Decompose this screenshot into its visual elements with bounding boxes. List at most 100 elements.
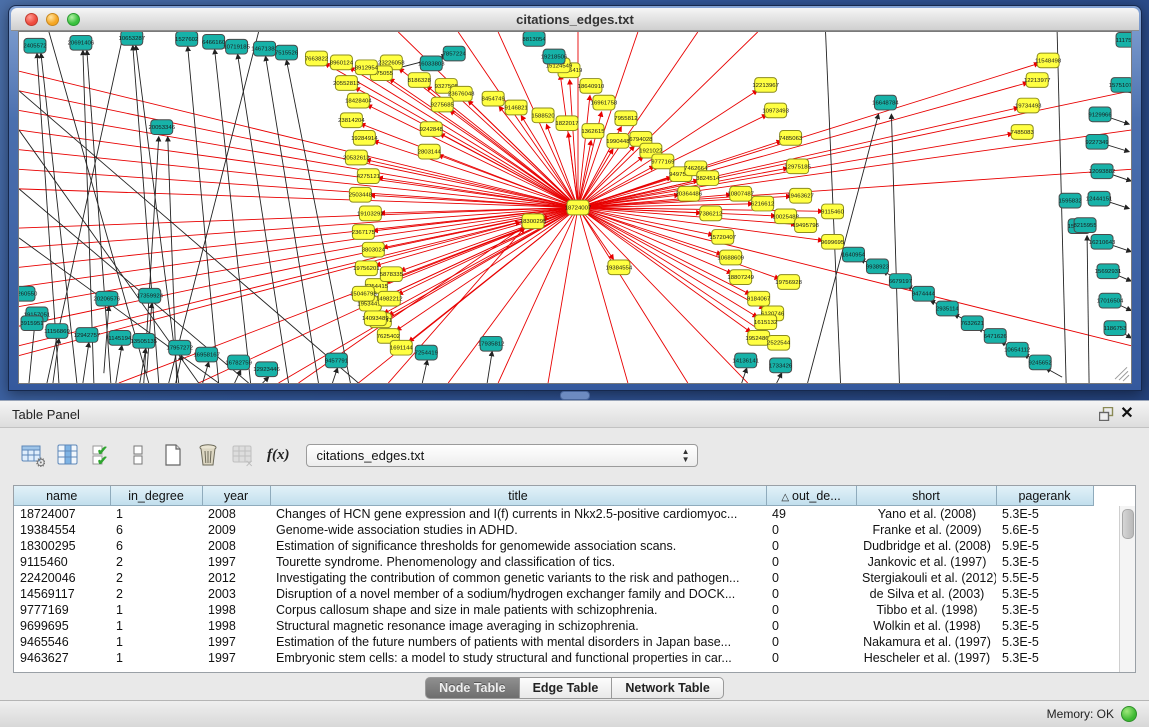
graph-node-teal[interactable]: 1186753 xyxy=(1104,321,1128,336)
table-cell[interactable]: 0 xyxy=(766,554,856,570)
graph-node-yellow[interactable]: 19495798 xyxy=(792,218,819,233)
table-cell[interactable]: 5.6E-5 xyxy=(996,522,1093,538)
table-cell[interactable]: 5.5E-5 xyxy=(996,570,1093,586)
table-settings-icon[interactable]: ⚙ xyxy=(20,442,46,468)
table-cell[interactable]: 0 xyxy=(766,618,856,634)
graph-node-teal[interactable]: 7857224 xyxy=(443,46,467,61)
graph-node-yellow[interactable]: 5878335 xyxy=(380,267,404,282)
table-cell[interactable]: 1 xyxy=(110,506,202,523)
graph-node-yellow[interactable]: 2503448 xyxy=(349,187,373,202)
graph-node-yellow[interactable]: 6216612 xyxy=(751,196,774,211)
citation-edge-red[interactable] xyxy=(578,208,751,333)
citation-edge-red[interactable] xyxy=(119,208,578,384)
graph-node-teal[interactable]: 17359924 xyxy=(136,288,163,303)
citation-edge-black[interactable] xyxy=(891,114,899,383)
citation-edge-black[interactable] xyxy=(263,377,269,383)
network-window-titlebar[interactable]: citations_edges.txt xyxy=(11,8,1139,31)
table-cell[interactable]: 18724007 xyxy=(14,506,110,523)
citation-edge-black[interactable] xyxy=(332,368,337,383)
graph-node-yellow[interactable]: 14982212 xyxy=(376,291,403,306)
graph-node-teal[interactable]: 15751074 xyxy=(1109,78,1131,93)
graph-node-yellow[interactable]: 3803024 xyxy=(362,242,386,257)
graph-node-yellow[interactable]: 8960124 xyxy=(330,55,354,70)
table-row[interactable]: 1830029562008Estimation of significance … xyxy=(14,538,1093,554)
table-cell[interactable]: 1997 xyxy=(202,554,270,570)
citation-edge-red[interactable] xyxy=(548,208,578,384)
graph-node-yellow[interactable]: 9242848 xyxy=(420,122,444,137)
graph-node-teal[interactable]: 1733426 xyxy=(769,358,793,373)
table-cell[interactable]: Embryonic stem cells: a model to study s… xyxy=(270,650,766,666)
graph-node-yellow[interactable]: 1588520 xyxy=(531,108,555,123)
graph-node-teal[interactable]: 20691406 xyxy=(68,35,95,50)
table-cell[interactable]: 6 xyxy=(110,522,202,538)
table-cell[interactable]: 5.3E-5 xyxy=(996,586,1093,602)
table-cell[interactable]: 9699695 xyxy=(14,618,110,634)
graph-node-yellow[interactable]: 1990448 xyxy=(606,133,630,148)
table-cell[interactable]: 2008 xyxy=(202,506,270,523)
citation-edge-black[interactable] xyxy=(1087,236,1089,383)
graph-node-yellow[interactable]: 18807249 xyxy=(727,270,754,285)
graph-node-yellow[interactable]: 1822017 xyxy=(555,116,578,131)
graph-node-yellow[interactable]: 19756201 xyxy=(353,261,380,276)
table-cell[interactable]: 0 xyxy=(766,586,856,602)
graph-node-yellow[interactable]: 8186328 xyxy=(408,73,432,88)
citation-edge-black[interactable] xyxy=(133,46,159,383)
table-cell[interactable]: 22420046 xyxy=(14,570,110,586)
graph-node-teal[interactable]: 10719185 xyxy=(223,39,250,54)
citation-edge-black[interactable] xyxy=(266,57,319,383)
canvas-resize-grip[interactable] xyxy=(1115,367,1129,381)
table-cell[interactable]: 1 xyxy=(110,650,202,666)
graph-node-teal[interactable]: 19218506 xyxy=(541,49,568,64)
graph-node-teal[interactable]: 16648784 xyxy=(872,95,899,110)
table-row[interactable]: 977716911998Corpus callosum shape and si… xyxy=(14,602,1093,618)
close-panel-icon[interactable]: ✕ xyxy=(1117,405,1137,423)
graph-node-yellow[interactable]: 23814204 xyxy=(338,113,365,128)
network-table-dropdown[interactable]: citations_edges.txt ▲▼ xyxy=(306,444,698,467)
graph-node-yellow[interactable]: 18300295 xyxy=(520,214,547,229)
graph-node-teal[interactable]: 1527602 xyxy=(175,32,198,46)
graph-node-yellow[interactable]: 12213967 xyxy=(752,78,779,93)
graph-node-teal[interactable]: 6471626 xyxy=(984,329,1008,344)
graph-node-yellow[interactable]: 1362615 xyxy=(581,124,605,139)
table-cell[interactable]: 5.3E-5 xyxy=(996,650,1093,666)
table-cell[interactable]: 5.3E-5 xyxy=(996,506,1093,523)
table-cell[interactable]: de Silva et al. (2003) xyxy=(856,586,996,602)
select-all-icon[interactable]: ✔ ✔ xyxy=(90,442,116,468)
table-cell[interactable]: 6 xyxy=(110,538,202,554)
citation-edge-black[interactable] xyxy=(287,60,351,383)
table-row[interactable]: 2242004622012Investigating the contribut… xyxy=(14,570,1093,586)
graph-node-teal[interactable]: 20053346 xyxy=(148,120,175,135)
table-cell[interactable]: 5.3E-5 xyxy=(996,602,1093,618)
table-cell[interactable]: 0 xyxy=(766,538,856,554)
graph-node-yellow[interactable]: 15720407 xyxy=(709,230,736,245)
new-table-icon[interactable] xyxy=(160,442,186,468)
graph-node-yellow[interactable]: 19103292 xyxy=(357,206,384,221)
table-cell[interactable]: 14569117 xyxy=(14,586,110,602)
graph-node-teal[interactable]: 3915951 xyxy=(20,316,43,331)
graph-node-teal[interactable]: 16958167 xyxy=(193,347,220,362)
graph-node-yellow[interactable]: 18640910 xyxy=(578,79,605,94)
table-cell[interactable]: Corpus callosum shape and size in male p… xyxy=(270,602,766,618)
table-cell[interactable]: 9777169 xyxy=(14,602,110,618)
table-cell[interactable]: Jankovic et al. (1997) xyxy=(856,554,996,570)
table-row[interactable]: 946554611997Estimation of the future num… xyxy=(14,634,1093,650)
graph-node-yellow[interactable]: 9275685 xyxy=(431,97,455,112)
graph-node-teal[interactable]: 1145194 xyxy=(108,331,132,346)
table-cell[interactable]: 9463627 xyxy=(14,650,110,666)
graph-node-yellow[interactable]: 14093489 xyxy=(362,311,389,326)
table-cell[interactable]: 2003 xyxy=(202,586,270,602)
table-row[interactable]: 1872400712008Changes of HCN gene express… xyxy=(14,506,1093,523)
graph-node-yellow[interactable]: 19734493 xyxy=(1015,98,1042,113)
table-cell[interactable]: Estimation of the future numbers of pati… xyxy=(270,634,766,650)
graph-node-teal[interactable]: 1640954 xyxy=(842,247,866,262)
table-cell[interactable]: Stergiakouli et al. (2012) xyxy=(856,570,996,586)
table-cell[interactable]: 5.3E-5 xyxy=(996,618,1093,634)
table-cell[interactable]: 0 xyxy=(766,634,856,650)
graph-node-teal[interactable]: 9227349 xyxy=(1085,134,1109,149)
graph-node-yellow[interactable]: 2522544 xyxy=(767,335,791,350)
citation-edge-red[interactable] xyxy=(19,91,578,208)
table-cell[interactable]: Hescheler et al. (1997) xyxy=(856,650,996,666)
citation-edge-red[interactable] xyxy=(19,150,578,208)
citation-edge-black[interactable] xyxy=(487,352,492,383)
table-cell[interactable]: 2008 xyxy=(202,538,270,554)
